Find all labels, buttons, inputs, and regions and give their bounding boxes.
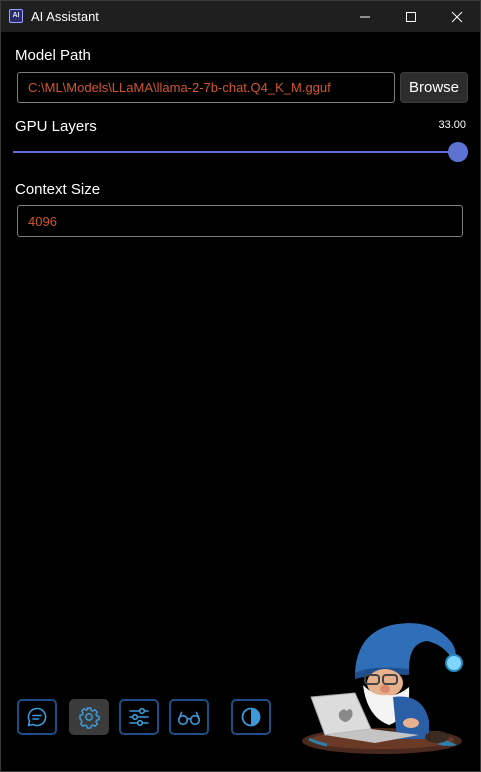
nav-parameters-button[interactable]: [119, 699, 159, 735]
title-bar[interactable]: AI AI Assistant: [1, 1, 480, 32]
minimize-icon: [360, 16, 370, 17]
app-icon: AI: [9, 9, 23, 23]
gpu-layers-slider-track[interactable]: [13, 151, 459, 153]
nav-theme-button[interactable]: [231, 699, 271, 735]
maximize-button[interactable]: [388, 1, 434, 32]
chat-bubble-icon: [27, 707, 47, 727]
gpu-layers-slider-thumb[interactable]: [448, 142, 468, 162]
sliders-icon: [129, 707, 149, 727]
context-size-label: Context Size: [15, 181, 101, 198]
contrast-icon: [241, 707, 261, 727]
model-path-label: Model Path: [15, 47, 91, 64]
browse-button[interactable]: Browse: [400, 72, 468, 103]
gpu-layers-slider-fill: [13, 151, 459, 153]
nav-settings-button[interactable]: [69, 699, 109, 735]
close-button[interactable]: [434, 1, 480, 32]
gear-icon: [79, 707, 100, 729]
context-size-input[interactable]: [17, 205, 463, 237]
gnome-mascot-illustration: [302, 623, 463, 754]
nav-vision-button[interactable]: [169, 699, 209, 735]
gpu-layers-label: GPU Layers: [15, 118, 97, 135]
glasses-icon: [177, 711, 201, 726]
window-title: AI Assistant: [31, 9, 99, 24]
maximize-icon: [406, 11, 416, 22]
app-window: AI AI Assistant Model Path Browse GPU La…: [0, 0, 481, 772]
minimize-button[interactable]: [342, 1, 388, 32]
close-icon: [451, 11, 463, 22]
gpu-layers-value: 33.00: [438, 119, 466, 131]
nav-chat-button[interactable]: [17, 699, 57, 735]
model-path-input[interactable]: [17, 72, 395, 103]
